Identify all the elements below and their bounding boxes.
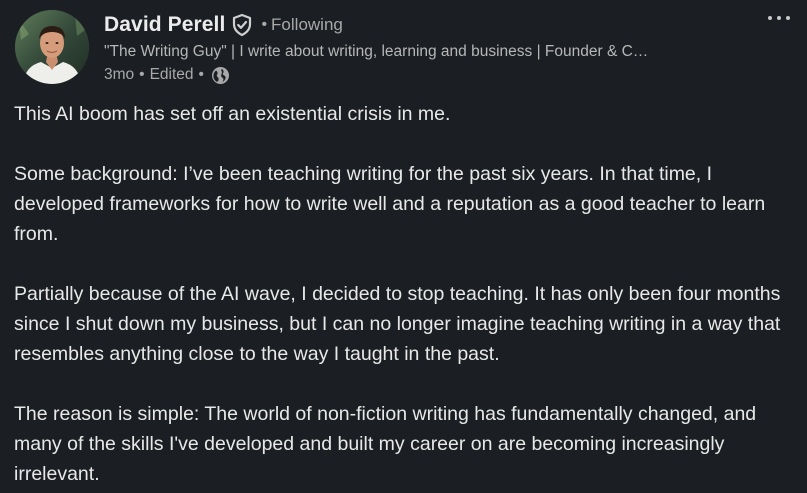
separator-dot: •	[198, 66, 204, 83]
author-name-row: David Perell • Following	[104, 10, 744, 40]
separator-dot: •	[261, 16, 268, 33]
post-paragraph: Partially because of the AI wave, I deci…	[14, 283, 781, 365]
post-header: David Perell • Following "The Writing Gu…	[104, 10, 744, 87]
post-time[interactable]: 3mo	[104, 66, 134, 84]
post-paragraph: The reason is simple: The world of non-f…	[14, 403, 757, 485]
more-options-button[interactable]	[764, 8, 794, 28]
post-paragraph: This AI boom has set off an existential …	[14, 103, 451, 125]
author-name[interactable]: David Perell	[104, 13, 225, 37]
feed-post: David Perell • Following "The Writing Gu…	[0, 0, 807, 493]
avatar-photo	[15, 10, 89, 84]
author-headline: "The Writing Guy" | I write about writin…	[104, 43, 649, 60]
separator-dot: •	[139, 66, 145, 83]
shield-check-icon	[231, 13, 253, 37]
globe-icon	[211, 66, 230, 85]
post-body: This AI boom has set off an existential …	[14, 99, 804, 489]
edited-label: Edited	[149, 66, 194, 83]
following-status[interactable]: Following	[271, 15, 343, 35]
more-options-icon	[768, 16, 790, 20]
post-paragraph: Some background: I’ve been teaching writ…	[14, 163, 766, 245]
post-meta: 3mo • Edited •	[104, 63, 744, 87]
author-avatar[interactable]	[15, 10, 89, 84]
